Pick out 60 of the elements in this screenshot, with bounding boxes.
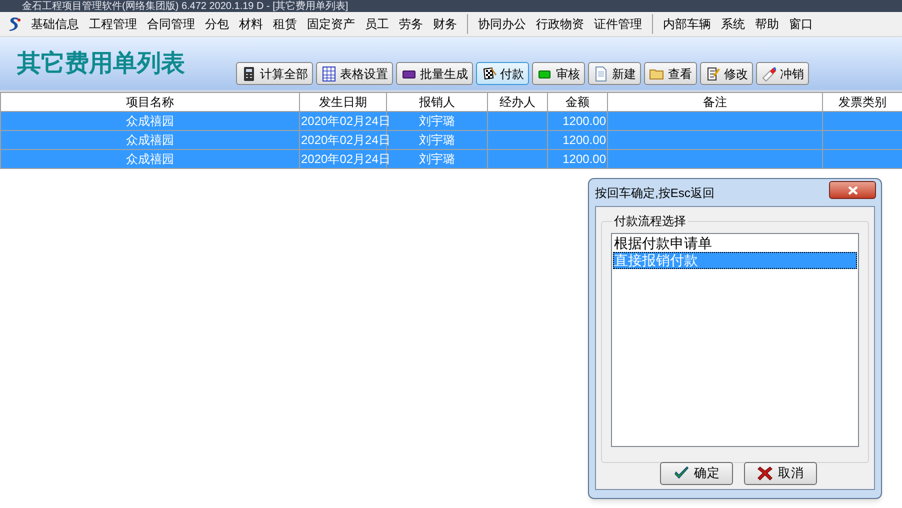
dialog-title: 按回车确定,按Esc返回 [594,184,714,202]
toolbar-button[interactable]: 审核 [532,62,585,85]
eraser-icon [761,66,777,82]
toolbar-button[interactable]: 表格设置 [316,62,393,85]
menu-item[interactable]: 基础信息 [26,15,84,33]
menu-item[interactable]: 证件管理 [589,15,647,33]
menu-item[interactable]: 合同管理 [142,15,200,33]
edit-document-icon [705,66,721,82]
menu-item[interactable]: 帮助 [750,15,784,33]
x-icon [757,465,774,482]
checkered-flag-icon [481,66,497,82]
toolbar-button[interactable]: 付款 [476,62,529,85]
calculator-icon [241,66,257,82]
toolbar-button[interactable]: 查看 [644,62,697,85]
group-label: 付款流程选择 [612,214,688,228]
table-cell: 2020年02月24日 [301,152,390,166]
table-cell: 众成禧园 [126,114,174,128]
toolbar-button[interactable]: 新建 [588,62,641,85]
menu-item[interactable]: 系统 [716,15,750,33]
column-header[interactable]: 报销人 [386,92,488,112]
table-cell: 1200.00 [562,152,606,166]
table-cell: 2020年02月24日 [301,133,390,147]
table-cell: 刘宇璐 [419,152,455,166]
toolbar-button[interactable]: 冲销 [756,62,809,85]
table-icon [321,66,337,82]
menu-item[interactable]: 租赁 [268,15,302,33]
menu-item[interactable]: 窗口 [784,15,818,33]
menu-item[interactable]: 劳务 [394,15,428,33]
menu-item[interactable]: 财务 [428,15,462,33]
menu-item[interactable]: 员工 [360,15,394,33]
menu-item[interactable]: 工程管理 [84,15,142,33]
table-cell: 刘宇璐 [419,133,455,147]
menu-item[interactable]: 固定资产 [302,15,360,33]
menu-item[interactable]: 材料 [234,15,268,33]
column-header[interactable]: 项目名称 [0,92,300,112]
table-cell: 刘宇璐 [419,114,455,128]
document-icon [593,66,609,82]
menu-item[interactable]: 协同办公 [473,15,531,33]
toolbar-button[interactable]: 计算全部 [236,62,313,85]
table-cell: 1200.00 [562,133,606,147]
page-title: 其它费用单列表 [17,47,185,79]
menu-item[interactable]: 内部车辆 [658,15,716,33]
table-cell: 2020年02月24日 [301,114,390,128]
toolbar-button[interactable]: 批量生成 [396,62,473,85]
table-cell: 1200.00 [562,114,606,128]
column-header[interactable]: 经办人 [488,92,548,112]
ok-button[interactable]: 确定 [660,462,733,485]
column-header[interactable]: 发票类别 [822,92,902,112]
column-header[interactable]: 发生日期 [300,92,386,112]
menu-item[interactable]: 行政物资 [531,15,589,33]
toolbar-button[interactable]: 修改 [700,62,753,85]
table-cell: 众成禧园 [126,133,174,147]
cancel-button[interactable]: 取消 [744,462,817,485]
window-title: 金石工程项目管理软件(网络集团版) 6.472 2020.1.19 D - [其它费用单列表] [21,0,348,12]
column-header[interactable]: 备注 [608,92,822,112]
close-icon [848,186,858,194]
table-cell: 众成禧园 [126,152,174,166]
column-header[interactable]: 金额 [548,92,608,112]
close-button[interactable] [829,181,876,199]
menu-item[interactable]: 分包 [200,15,234,33]
